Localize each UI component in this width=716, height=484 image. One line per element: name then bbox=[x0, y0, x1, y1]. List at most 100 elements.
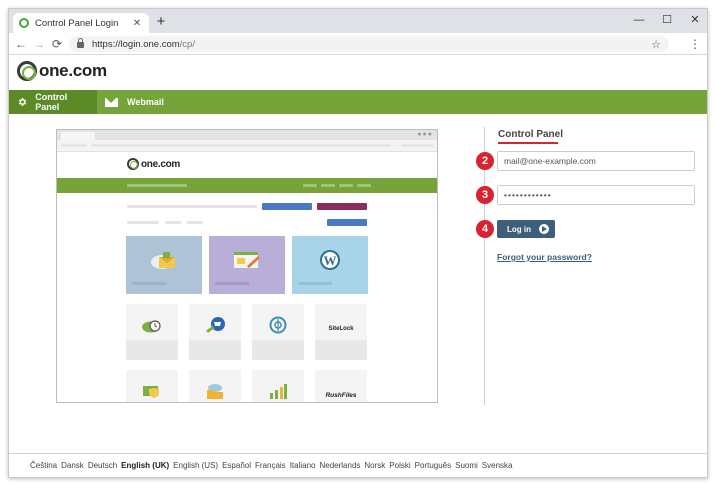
preview-logo-icon bbox=[127, 158, 139, 170]
preview-card-website bbox=[209, 236, 285, 294]
preview-tile-files bbox=[189, 370, 241, 402]
nav-tab-label: Webmail bbox=[127, 97, 164, 107]
login-button[interactable]: Log in bbox=[497, 220, 555, 238]
main-nav: Control Panel Webmail bbox=[9, 90, 707, 114]
preview-logo: one.com bbox=[127, 158, 180, 170]
tab-close-icon[interactable]: ✕ bbox=[131, 18, 143, 29]
password-field[interactable] bbox=[497, 185, 695, 205]
preview-button bbox=[317, 203, 367, 210]
browser-window: Control Panel Login ✕ + — ☐ ✕ ← → ⟳ http… bbox=[8, 8, 708, 478]
preview-line bbox=[127, 205, 257, 208]
nav-tab-webmail[interactable]: Webmail bbox=[97, 90, 176, 114]
cloud-mail-icon bbox=[151, 252, 175, 269]
preview-line bbox=[91, 144, 391, 147]
preview-tile-footer bbox=[189, 340, 241, 360]
gear-icon bbox=[18, 98, 27, 106]
preview-line bbox=[321, 184, 335, 187]
preview-line bbox=[127, 221, 159, 224]
preview-line bbox=[165, 221, 181, 224]
preview-tab bbox=[61, 132, 95, 140]
footer-divider bbox=[9, 453, 707, 454]
preview-tile-ssl bbox=[126, 370, 178, 402]
preview-browser-top: ●●● bbox=[57, 130, 437, 140]
email-field[interactable] bbox=[497, 151, 695, 171]
browser-tab[interactable]: Control Panel Login ✕ bbox=[13, 13, 149, 33]
preview-line bbox=[187, 221, 203, 224]
reload-button[interactable]: ⟳ bbox=[49, 36, 65, 52]
url-path: /cp/ bbox=[179, 38, 195, 50]
language-link[interactable]: Español bbox=[222, 461, 251, 470]
one-com-favicon-icon bbox=[19, 18, 29, 28]
lock-icon bbox=[77, 38, 84, 48]
preview-card-email bbox=[126, 236, 202, 294]
tab-strip: Control Panel Login ✕ + — ☐ ✕ bbox=[9, 9, 707, 33]
step-badge: 4 bbox=[476, 220, 494, 238]
preview-logo-text: one.com bbox=[141, 158, 181, 170]
maximize-button[interactable]: ☐ bbox=[653, 11, 681, 29]
forgot-password-link[interactable]: Forgot your password? bbox=[497, 252, 592, 262]
preview-line bbox=[298, 282, 332, 285]
preview-tile-rushfiles: RushFiles bbox=[315, 370, 367, 402]
ssl-shield-icon bbox=[143, 386, 159, 398]
language-link[interactable]: Nederlands bbox=[319, 461, 360, 470]
preview-line bbox=[339, 184, 353, 187]
url-host: https://login.one.com bbox=[92, 38, 180, 50]
language-link[interactable]: Čeština bbox=[30, 461, 57, 470]
language-link[interactable]: Norsk bbox=[364, 461, 385, 470]
svg-text:W: W bbox=[324, 253, 337, 268]
language-link[interactable]: Italiano bbox=[290, 461, 316, 470]
language-link-current[interactable]: English (UK) bbox=[121, 461, 169, 470]
nav-tab-label: Control Panel bbox=[35, 92, 68, 112]
preview-line bbox=[61, 144, 87, 147]
nav-tab-control-panel[interactable]: Control Panel bbox=[9, 90, 97, 114]
preview-tile-footer bbox=[315, 340, 367, 360]
login-form-title: Control Panel bbox=[498, 129, 564, 140]
close-window-button[interactable]: ✕ bbox=[681, 11, 707, 29]
forward-button[interactable]: → bbox=[31, 36, 47, 52]
lifebuoy-icon bbox=[269, 316, 287, 334]
control-panel-preview-image: ●●● one.com W SiteLock RushFiles bbox=[56, 129, 438, 403]
preview-line bbox=[401, 144, 433, 147]
language-link[interactable]: Suomi bbox=[455, 461, 478, 470]
bar-chart-icon bbox=[270, 384, 287, 399]
language-link[interactable]: Português bbox=[415, 461, 451, 470]
url-input[interactable]: https://login.one.com/cp/ ☆ bbox=[69, 36, 669, 52]
language-link[interactable]: Français bbox=[255, 461, 286, 470]
bookmark-star-icon[interactable]: ☆ bbox=[651, 38, 661, 51]
language-link[interactable]: Deutsch bbox=[88, 461, 117, 470]
cloud-backup-icon bbox=[142, 320, 161, 333]
page-header: one.com bbox=[9, 55, 707, 90]
logo-text: one.com bbox=[39, 61, 107, 80]
url-text: https://login.one.com/cp/ bbox=[92, 39, 651, 50]
preview-line bbox=[215, 282, 249, 285]
one-com-logo-icon bbox=[17, 61, 37, 81]
back-button[interactable]: ← bbox=[13, 36, 29, 52]
webshop-cart-icon bbox=[206, 317, 225, 333]
language-link[interactable]: Polski bbox=[389, 461, 410, 470]
one-com-logo[interactable]: one.com bbox=[17, 61, 107, 81]
website-builder-icon bbox=[234, 252, 260, 268]
login-button-label: Log in bbox=[507, 224, 531, 234]
preview-dots-icon: ●●● bbox=[417, 131, 433, 138]
language-link[interactable]: English (US) bbox=[173, 461, 218, 470]
sitelock-logo: SiteLock bbox=[328, 321, 353, 333]
tab-title: Control Panel Login bbox=[35, 17, 119, 29]
preview-tile-footer bbox=[126, 340, 178, 360]
language-link[interactable]: Svenska bbox=[482, 461, 513, 470]
preview-button bbox=[262, 203, 312, 210]
preview-tile-backup bbox=[126, 304, 178, 360]
preview-tile-shop bbox=[189, 304, 241, 360]
new-tab-button[interactable]: + bbox=[153, 14, 169, 30]
step-badge: 2 bbox=[476, 152, 494, 170]
language-link[interactable]: Dansk bbox=[61, 461, 84, 470]
preview-tile-footer bbox=[252, 340, 304, 360]
minimize-button[interactable]: — bbox=[625, 11, 653, 29]
envelope-icon bbox=[105, 97, 118, 107]
preview-line bbox=[303, 184, 317, 187]
preview-tile-sitelock: SiteLock bbox=[315, 304, 367, 360]
folder-cloud-icon bbox=[207, 384, 223, 399]
browser-menu-icon[interactable]: ⋮ bbox=[689, 36, 701, 52]
language-list: Čeština Dansk Deutsch English (UK) Engli… bbox=[30, 461, 516, 470]
preview-line bbox=[127, 184, 187, 187]
preview-line bbox=[132, 282, 166, 285]
